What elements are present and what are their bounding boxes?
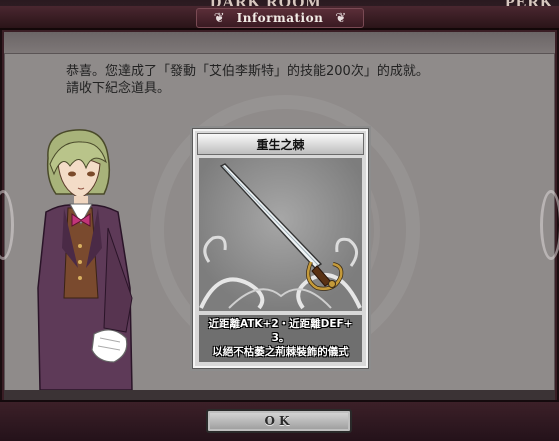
- achievement-message: 恭喜。您達成了「發動「艾伯李斯特」的技能200次」的成就。 請收下紀念道具。: [66, 63, 536, 97]
- item-name: 重生之棘: [197, 133, 364, 155]
- item-description-line-2: 3。: [271, 332, 290, 344]
- item-artwork: [199, 158, 362, 311]
- ok-button-label: OK: [264, 414, 294, 428]
- item-description: 近距離ATK+2・近距離DEF+ 3。 以絕不枯萎之荊棘裝飾的儀式: [199, 315, 362, 362]
- reward-item-card: 重生之棘 近距離ATK+2・近距離DEF+ 3。 以絕不枯萎之荊棘裝飾的儀式: [192, 128, 369, 369]
- ok-button[interactable]: OK: [206, 409, 352, 433]
- message-line-2: 請收下紀念道具。: [66, 81, 171, 96]
- dialog-title: Information: [236, 11, 324, 25]
- message-line-1: 恭喜。您達成了「發動「艾伯李斯特」的技能200次」的成就。: [66, 64, 429, 79]
- sword-icon: [199, 163, 362, 310]
- content-panel-header: [4, 32, 555, 54]
- right-flourish-icon: [540, 190, 559, 260]
- title-plate: ❦ Information ❦: [196, 8, 364, 28]
- dialog-title-bar: ❦ Information ❦: [0, 6, 559, 30]
- character-portrait: [37, 129, 133, 390]
- ornament-left-icon: ❦: [213, 10, 225, 26]
- ornament-right-icon: ❦: [335, 10, 347, 26]
- content-panel-footer: [4, 390, 555, 400]
- item-description-line-3: 以絕不枯萎之荊棘裝飾的儀式: [212, 346, 349, 358]
- item-description-line-1: 近距離ATK+2・近距離DEF+: [208, 318, 353, 330]
